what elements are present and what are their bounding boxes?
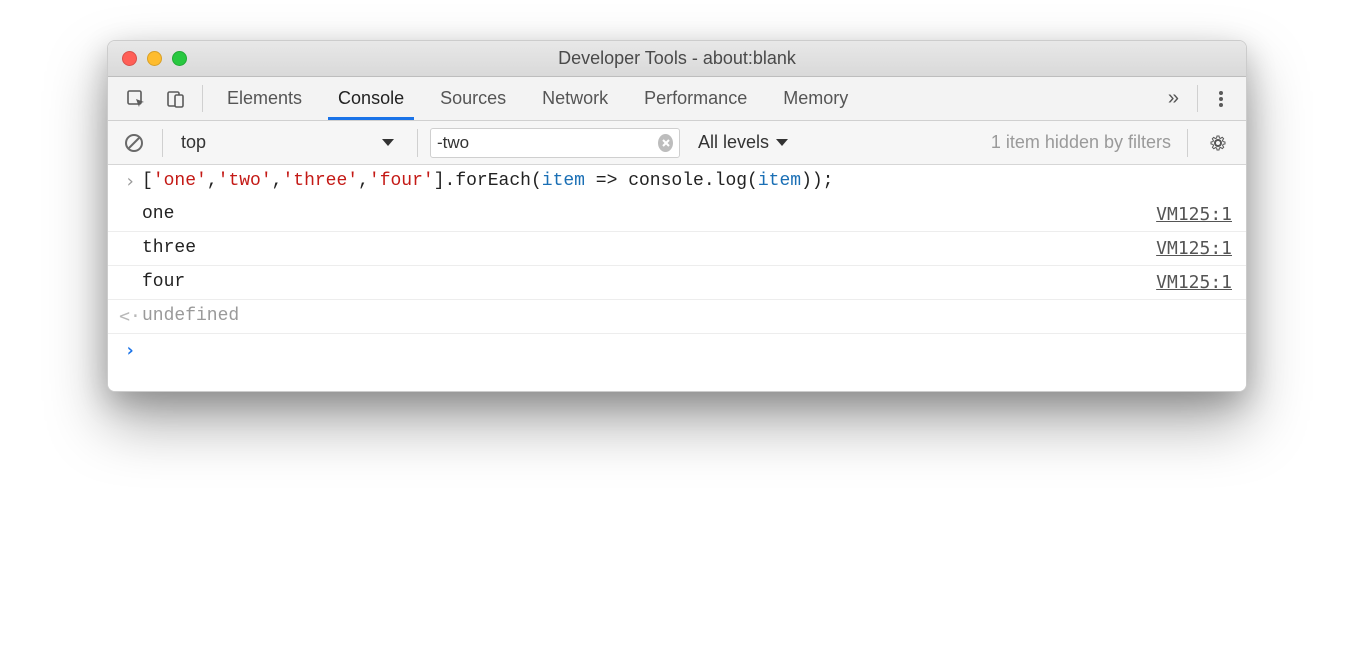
devtools-window: Developer Tools - about:blank Elements C… bbox=[107, 40, 1247, 392]
tabs-overflow-button[interactable]: » bbox=[1156, 77, 1191, 120]
prompt-icon: › bbox=[118, 340, 142, 361]
tab-console[interactable]: Console bbox=[320, 77, 422, 120]
clear-console-icon[interactable] bbox=[118, 133, 150, 153]
console-prompt-row[interactable]: › bbox=[108, 334, 1246, 391]
return-indicator-icon: <· bbox=[118, 306, 142, 327]
divider bbox=[162, 129, 163, 157]
execution-context-selector[interactable]: top bbox=[175, 132, 405, 153]
log-source-link[interactable]: VM125:1 bbox=[1156, 204, 1232, 225]
log-source-link[interactable]: VM125:1 bbox=[1156, 272, 1232, 293]
panel-tabs: Elements Console Sources Network Perform… bbox=[209, 77, 1156, 120]
levels-label: All levels bbox=[698, 132, 769, 153]
log-source-link[interactable]: VM125:1 bbox=[1156, 238, 1232, 259]
log-message: three bbox=[142, 238, 1156, 258]
window-title: Developer Tools - about:blank bbox=[108, 48, 1246, 69]
console-log-row: oneVM125:1 bbox=[108, 198, 1246, 232]
inspect-element-icon[interactable] bbox=[116, 77, 156, 120]
tab-sources[interactable]: Sources bbox=[422, 77, 524, 120]
log-message: four bbox=[142, 272, 1156, 292]
log-message: one bbox=[142, 204, 1156, 224]
chevron-down-icon bbox=[775, 138, 789, 148]
console-input-row: › ['one','two','three','four'].forEach(i… bbox=[108, 165, 1246, 198]
more-options-icon[interactable] bbox=[1204, 77, 1238, 120]
return-value: undefined bbox=[142, 306, 1232, 326]
traffic-lights bbox=[108, 51, 187, 66]
console-toolbar: top All levels 1 item hidden by filters bbox=[108, 121, 1246, 165]
context-label: top bbox=[181, 132, 206, 153]
zoom-window-button[interactable] bbox=[172, 51, 187, 66]
panel-tabbar: Elements Console Sources Network Perform… bbox=[108, 77, 1246, 121]
divider bbox=[1197, 85, 1198, 112]
chevron-down-icon bbox=[381, 138, 395, 148]
device-toolbar-icon[interactable] bbox=[156, 77, 196, 120]
input-prompt-icon: › bbox=[118, 171, 142, 192]
divider bbox=[202, 85, 203, 112]
filter-input[interactable] bbox=[437, 133, 658, 153]
console-input-code: ['one','two','three','four'].forEach(ite… bbox=[142, 171, 1232, 191]
titlebar: Developer Tools - about:blank bbox=[108, 41, 1246, 77]
clear-filter-icon[interactable] bbox=[658, 134, 673, 152]
console-output: › ['one','two','three','four'].forEach(i… bbox=[108, 165, 1246, 391]
hidden-by-filters-message: 1 item hidden by filters bbox=[991, 132, 1175, 153]
tab-elements[interactable]: Elements bbox=[209, 77, 320, 120]
console-log-row: fourVM125:1 bbox=[108, 266, 1246, 300]
tab-performance[interactable]: Performance bbox=[626, 77, 765, 120]
divider bbox=[1187, 129, 1188, 157]
console-settings-icon[interactable] bbox=[1200, 133, 1236, 153]
minimize-window-button[interactable] bbox=[147, 51, 162, 66]
close-window-button[interactable] bbox=[122, 51, 137, 66]
console-log-row: threeVM125:1 bbox=[108, 232, 1246, 266]
tab-network[interactable]: Network bbox=[524, 77, 626, 120]
log-levels-selector[interactable]: All levels bbox=[688, 132, 799, 153]
console-return-row: <· undefined bbox=[108, 300, 1246, 334]
tab-memory[interactable]: Memory bbox=[765, 77, 866, 120]
divider bbox=[417, 129, 418, 157]
filter-input-container bbox=[430, 128, 680, 158]
